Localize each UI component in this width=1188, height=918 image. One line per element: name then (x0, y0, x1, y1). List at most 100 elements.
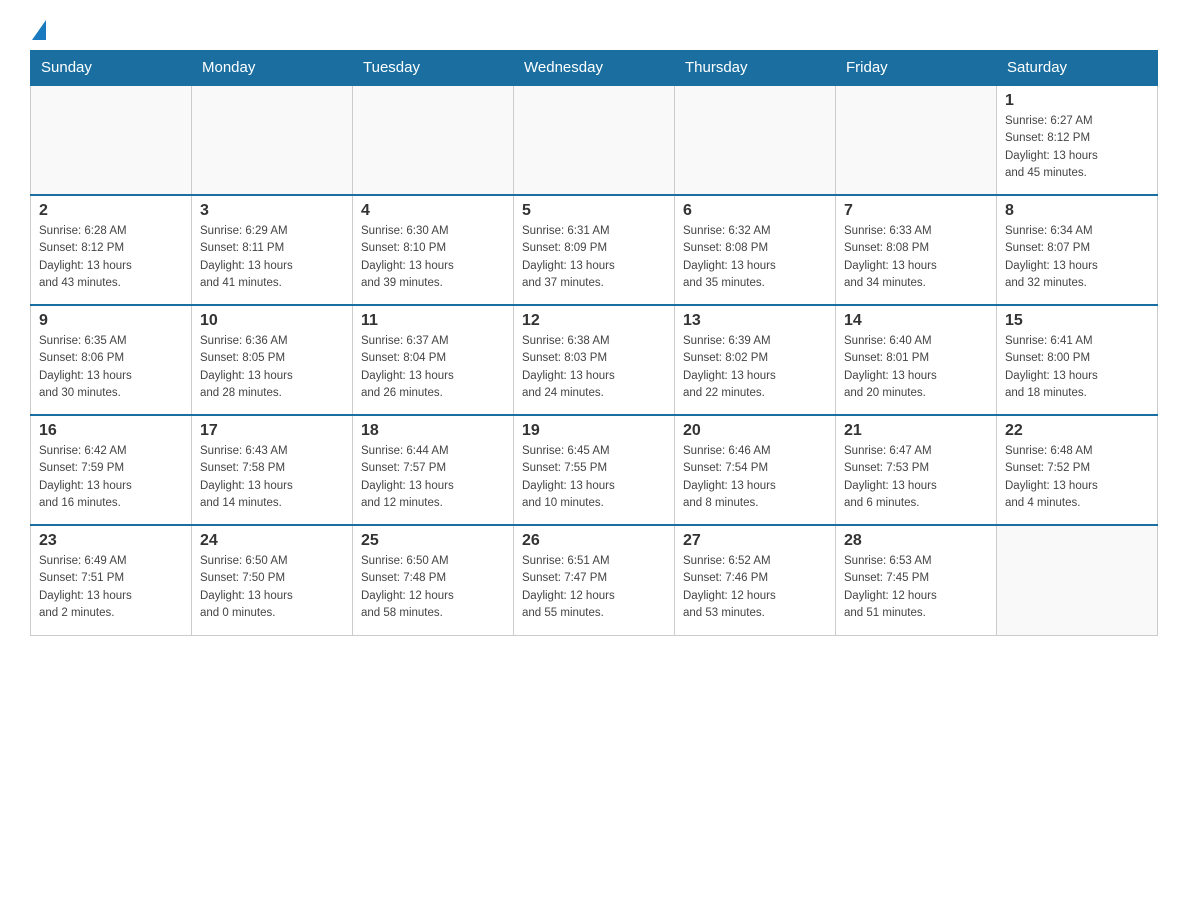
calendar-week-row: 23Sunrise: 6:49 AM Sunset: 7:51 PM Dayli… (31, 525, 1158, 635)
day-of-week-header: Friday (836, 51, 997, 86)
calendar-week-row: 9 Sunrise: 6:35 AM Sunset: 8:06 PM Daylig… (31, 305, 1158, 415)
calendar-table: SundayMondayTuesdayWednesdayThursdayFrid… (30, 50, 1158, 636)
calendar-day-cell: 10 Sunrise: 6:36 AM Sunset: 8:05 PM Dayli… (192, 305, 353, 415)
calendar-day-cell: 23Sunrise: 6:49 AM Sunset: 7:51 PM Dayli… (31, 525, 192, 635)
day-of-week-header: Monday (192, 51, 353, 86)
day-info: Sunrise: 6:52 AM Sunset: 7:46 PM Dayligh… (683, 553, 827, 622)
day-number: 23 (39, 532, 183, 550)
day-number: 26 (522, 532, 666, 550)
logo (30, 20, 46, 40)
day-info: Sunrise: 6:38 AM Sunset: 8:03 PM Dayligh… (522, 333, 666, 402)
calendar-week-row: 1Sunrise: 6:27 AM Sunset: 8:12 PM Daylig… (31, 85, 1158, 195)
day-number: 15 (1005, 312, 1149, 330)
calendar-day-cell: 9 Sunrise: 6:35 AM Sunset: 8:06 PM Daylig… (31, 305, 192, 415)
calendar-header-row: SundayMondayTuesdayWednesdayThursdayFrid… (31, 51, 1158, 86)
calendar-day-cell (997, 525, 1158, 635)
calendar-day-cell: 27 Sunrise: 6:52 AM Sunset: 7:46 PM Dayli… (675, 525, 836, 635)
calendar-day-cell: 26 Sunrise: 6:51 AM Sunset: 7:47 PM Dayli… (514, 525, 675, 635)
day-info: Sunrise: 6:31 AM Sunset: 8:09 PM Dayligh… (522, 223, 666, 292)
calendar-day-cell: 24 Sunrise: 6:50 AM Sunset: 7:50 PM Dayli… (192, 525, 353, 635)
day-info: Sunrise: 6:48 AM Sunset: 7:52 PM Dayligh… (1005, 443, 1149, 512)
day-info: Sunrise: 6:29 AM Sunset: 8:11 PM Dayligh… (200, 223, 344, 292)
day-number: 10 (200, 312, 344, 330)
calendar-day-cell: 16 Sunrise: 6:42 AM Sunset: 7:59 PM Dayli… (31, 415, 192, 525)
day-of-week-header: Sunday (31, 51, 192, 86)
calendar-day-cell: 22 Sunrise: 6:48 AM Sunset: 7:52 PM Dayli… (997, 415, 1158, 525)
day-number: 1 (1005, 92, 1149, 110)
day-info: Sunrise: 6:36 AM Sunset: 8:05 PM Dayligh… (200, 333, 344, 402)
calendar-day-cell: 3 Sunrise: 6:29 AM Sunset: 8:11 PM Daylig… (192, 195, 353, 305)
day-number: 22 (1005, 422, 1149, 440)
day-number: 5 (522, 202, 666, 220)
day-info: Sunrise: 6:28 AM Sunset: 8:12 PM Dayligh… (39, 223, 183, 292)
calendar-day-cell: 15 Sunrise: 6:41 AM Sunset: 8:00 PM Dayli… (997, 305, 1158, 415)
day-info: Sunrise: 6:39 AM Sunset: 8:02 PM Dayligh… (683, 333, 827, 402)
day-number: 19 (522, 422, 666, 440)
calendar-day-cell: 18 Sunrise: 6:44 AM Sunset: 7:57 PM Dayli… (353, 415, 514, 525)
day-number: 4 (361, 202, 505, 220)
calendar-day-cell: 7 Sunrise: 6:33 AM Sunset: 8:08 PM Daylig… (836, 195, 997, 305)
day-number: 11 (361, 312, 505, 330)
calendar-day-cell: 17 Sunrise: 6:43 AM Sunset: 7:58 PM Dayli… (192, 415, 353, 525)
calendar-day-cell (675, 85, 836, 195)
day-of-week-header: Thursday (675, 51, 836, 86)
calendar-day-cell: 28Sunrise: 6:53 AM Sunset: 7:45 PM Dayli… (836, 525, 997, 635)
day-number: 18 (361, 422, 505, 440)
day-number: 2 (39, 202, 183, 220)
calendar-day-cell: 21 Sunrise: 6:47 AM Sunset: 7:53 PM Dayli… (836, 415, 997, 525)
day-number: 20 (683, 422, 827, 440)
calendar-day-cell: 1Sunrise: 6:27 AM Sunset: 8:12 PM Daylig… (997, 85, 1158, 195)
calendar-day-cell: 11 Sunrise: 6:37 AM Sunset: 8:04 PM Dayli… (353, 305, 514, 415)
calendar-day-cell: 4 Sunrise: 6:30 AM Sunset: 8:10 PM Daylig… (353, 195, 514, 305)
logo-triangle-icon (32, 20, 46, 40)
calendar-day-cell (514, 85, 675, 195)
calendar-day-cell: 13 Sunrise: 6:39 AM Sunset: 8:02 PM Dayli… (675, 305, 836, 415)
calendar-day-cell: 2 Sunrise: 6:28 AM Sunset: 8:12 PM Daylig… (31, 195, 192, 305)
day-info: Sunrise: 6:40 AM Sunset: 8:01 PM Dayligh… (844, 333, 988, 402)
day-info: Sunrise: 6:33 AM Sunset: 8:08 PM Dayligh… (844, 223, 988, 292)
day-number: 14 (844, 312, 988, 330)
day-info: Sunrise: 6:44 AM Sunset: 7:57 PM Dayligh… (361, 443, 505, 512)
day-info: Sunrise: 6:41 AM Sunset: 8:00 PM Dayligh… (1005, 333, 1149, 402)
calendar-day-cell: 12 Sunrise: 6:38 AM Sunset: 8:03 PM Dayli… (514, 305, 675, 415)
day-info: Sunrise: 6:43 AM Sunset: 7:58 PM Dayligh… (200, 443, 344, 512)
calendar-day-cell (836, 85, 997, 195)
day-info: Sunrise: 6:35 AM Sunset: 8:06 PM Dayligh… (39, 333, 183, 402)
day-info: Sunrise: 6:30 AM Sunset: 8:10 PM Dayligh… (361, 223, 505, 292)
day-info: Sunrise: 6:53 AM Sunset: 7:45 PM Dayligh… (844, 553, 988, 622)
day-info: Sunrise: 6:45 AM Sunset: 7:55 PM Dayligh… (522, 443, 666, 512)
day-number: 27 (683, 532, 827, 550)
calendar-day-cell (353, 85, 514, 195)
calendar-day-cell: 25 Sunrise: 6:50 AM Sunset: 7:48 PM Dayli… (353, 525, 514, 635)
day-of-week-header: Tuesday (353, 51, 514, 86)
day-info: Sunrise: 6:34 AM Sunset: 8:07 PM Dayligh… (1005, 223, 1149, 292)
day-info: Sunrise: 6:42 AM Sunset: 7:59 PM Dayligh… (39, 443, 183, 512)
day-info: Sunrise: 6:32 AM Sunset: 8:08 PM Dayligh… (683, 223, 827, 292)
calendar-week-row: 2 Sunrise: 6:28 AM Sunset: 8:12 PM Daylig… (31, 195, 1158, 305)
calendar-day-cell (192, 85, 353, 195)
calendar-day-cell: 19 Sunrise: 6:45 AM Sunset: 7:55 PM Dayli… (514, 415, 675, 525)
day-info: Sunrise: 6:46 AM Sunset: 7:54 PM Dayligh… (683, 443, 827, 512)
day-of-week-header: Saturday (997, 51, 1158, 86)
day-number: 13 (683, 312, 827, 330)
day-number: 12 (522, 312, 666, 330)
day-info: Sunrise: 6:47 AM Sunset: 7:53 PM Dayligh… (844, 443, 988, 512)
day-info: Sunrise: 6:37 AM Sunset: 8:04 PM Dayligh… (361, 333, 505, 402)
day-number: 7 (844, 202, 988, 220)
day-number: 25 (361, 532, 505, 550)
day-number: 6 (683, 202, 827, 220)
day-number: 9 (39, 312, 183, 330)
day-number: 17 (200, 422, 344, 440)
calendar-week-row: 16 Sunrise: 6:42 AM Sunset: 7:59 PM Dayli… (31, 415, 1158, 525)
day-info: Sunrise: 6:50 AM Sunset: 7:50 PM Dayligh… (200, 553, 344, 622)
day-number: 21 (844, 422, 988, 440)
page-header (30, 20, 1158, 40)
day-number: 24 (200, 532, 344, 550)
calendar-day-cell: 5 Sunrise: 6:31 AM Sunset: 8:09 PM Daylig… (514, 195, 675, 305)
day-number: 16 (39, 422, 183, 440)
calendar-day-cell: 14 Sunrise: 6:40 AM Sunset: 8:01 PM Dayli… (836, 305, 997, 415)
day-info: Sunrise: 6:50 AM Sunset: 7:48 PM Dayligh… (361, 553, 505, 622)
day-number: 3 (200, 202, 344, 220)
day-info: Sunrise: 6:51 AM Sunset: 7:47 PM Dayligh… (522, 553, 666, 622)
calendar-day-cell (31, 85, 192, 195)
